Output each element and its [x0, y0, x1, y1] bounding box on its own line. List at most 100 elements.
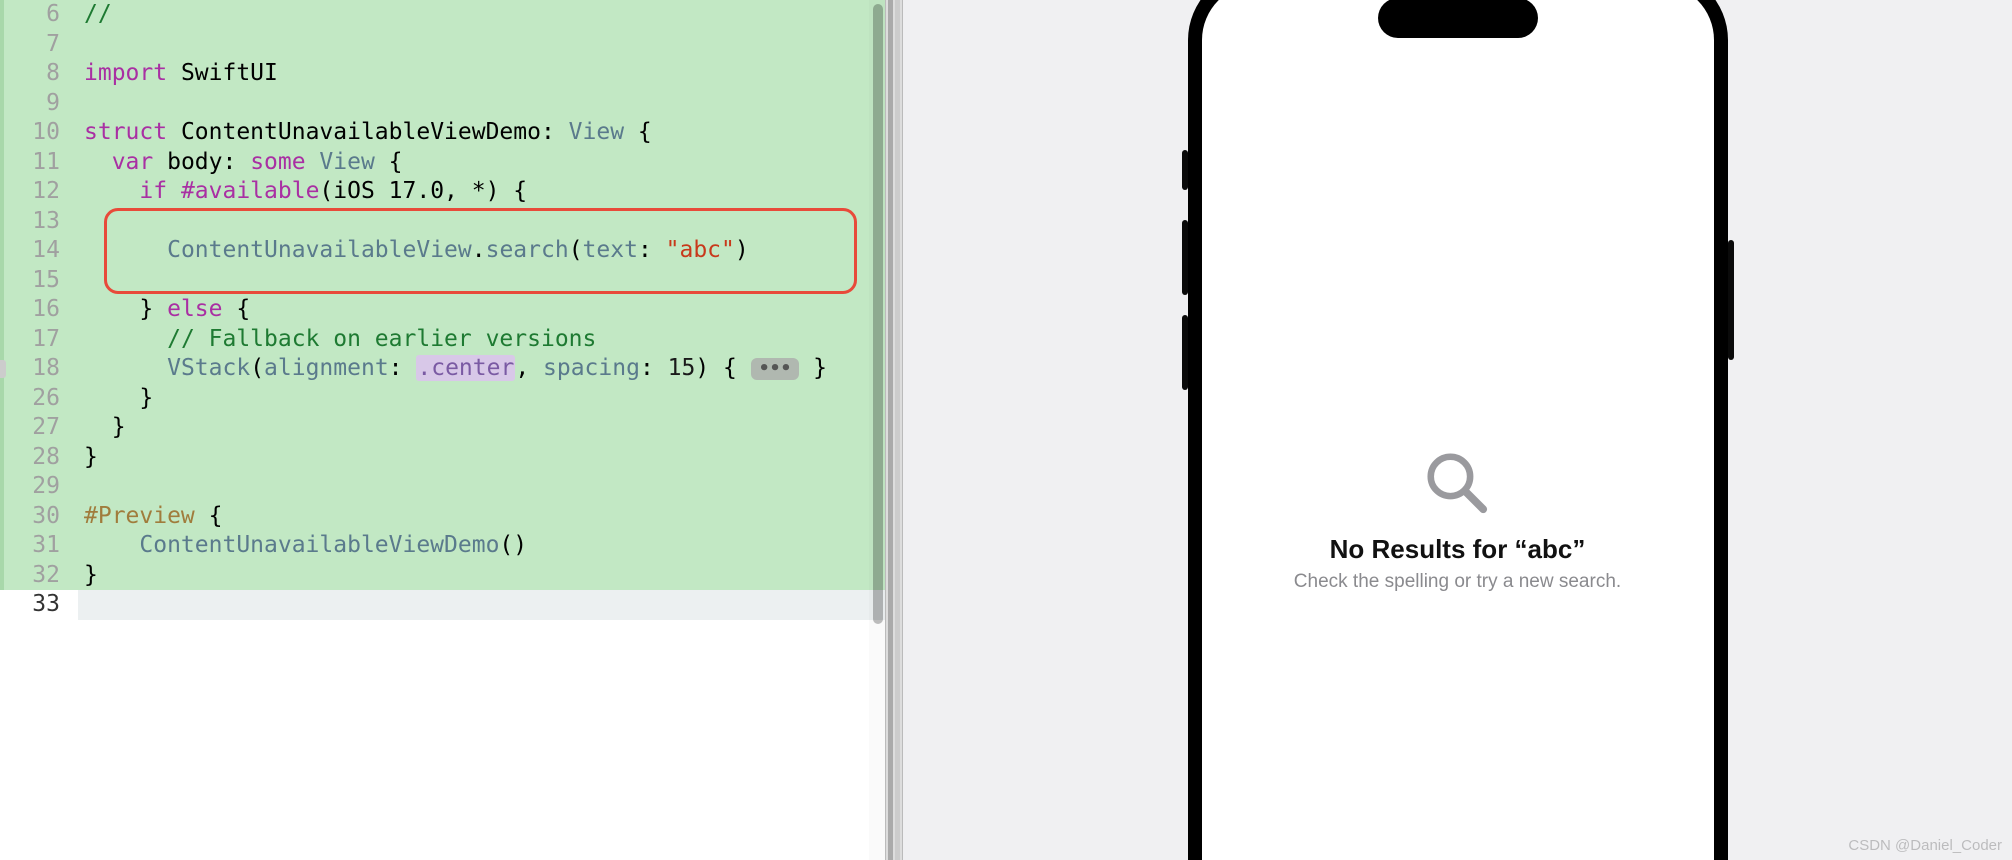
type-token: ContentUnavailableViewDemo	[139, 532, 499, 558]
code-line[interactable]: // Fallback on earlier versions	[78, 325, 885, 355]
code-line[interactable]: #Preview {	[78, 502, 885, 532]
code-line[interactable]: struct ContentUnavailableViewDemo: View …	[78, 118, 885, 148]
type-token: View	[306, 149, 375, 175]
text-token: {	[222, 296, 250, 322]
watermark-text: CSDN @Daniel_Coder	[1848, 837, 2002, 854]
code-line[interactable]: if #available(iOS 17.0, *) {	[78, 177, 885, 207]
line-number[interactable]: 27	[0, 413, 78, 443]
line-number[interactable]: 9	[0, 89, 78, 119]
text-token: )	[735, 237, 749, 263]
text-token: ContentUnavailableViewDemo:	[167, 119, 569, 145]
code-line[interactable]	[78, 207, 885, 237]
code-line[interactable]: ContentUnavailableView.search(text: "abc…	[78, 236, 885, 266]
text-token: :	[389, 355, 417, 381]
iphone-device-frame: No Results for “abc” Check the spelling …	[1188, 0, 1728, 860]
text-token: {	[375, 149, 403, 175]
text-token: :	[640, 355, 668, 381]
keyword-token: var	[112, 149, 154, 175]
line-number[interactable]: 7	[0, 30, 78, 60]
type-token: View	[569, 119, 624, 145]
line-number[interactable]: 18	[0, 354, 78, 384]
code-line[interactable]: import SwiftUI	[78, 59, 885, 89]
code-line[interactable]: }	[78, 413, 885, 443]
code-line[interactable]	[78, 472, 885, 502]
line-number[interactable]: 30	[0, 502, 78, 532]
number-token: 15	[668, 355, 696, 381]
code-line[interactable]: VStack(alignment: .center, spacing: 15) …	[78, 354, 885, 384]
keyword-token: struct	[84, 119, 167, 145]
code-editor-pane[interactable]: 6 7 8 9 10 11 12 13 14 15 16 17 18 26 27…	[0, 0, 885, 860]
code-line[interactable]	[78, 266, 885, 296]
arg-token: spacing	[543, 355, 640, 381]
text-token: }	[112, 414, 126, 440]
empty-state-title: No Results for “abc”	[1330, 534, 1586, 565]
line-number[interactable]: 28	[0, 443, 78, 473]
text-token: ()	[499, 532, 527, 558]
code-line[interactable]: }	[78, 561, 885, 591]
text-token: }	[84, 444, 98, 470]
vertical-scrollbar[interactable]	[869, 0, 885, 860]
code-line[interactable]: }	[78, 384, 885, 414]
function-token: search	[486, 237, 569, 263]
text-token: }	[139, 385, 153, 411]
type-token: ContentUnavailableView	[167, 237, 472, 263]
text-token: .	[472, 237, 486, 263]
line-number-gutter[interactable]: 6 7 8 9 10 11 12 13 14 15 16 17 18 26 27…	[0, 0, 78, 860]
phone-volume-up-button	[1182, 220, 1188, 295]
scrollbar-thumb[interactable]	[873, 4, 883, 624]
text-token: {	[624, 119, 652, 145]
line-number[interactable]: 16	[0, 295, 78, 325]
text-token: ) {	[695, 355, 737, 381]
phone-volume-down-button	[1182, 315, 1188, 390]
code-line[interactable]	[78, 30, 885, 60]
text-token: (iOS 17.0, *) {	[319, 178, 527, 204]
code-fold-badge[interactable]: •••	[751, 358, 800, 380]
comment-token: // Fallback on earlier versions	[167, 326, 596, 352]
pane-divider[interactable]	[885, 0, 903, 860]
macro-token: #Preview	[84, 503, 195, 529]
code-container: 6 7 8 9 10 11 12 13 14 15 16 17 18 26 27…	[0, 0, 885, 860]
line-number[interactable]: 8	[0, 59, 78, 89]
line-number[interactable]: 31	[0, 531, 78, 561]
line-number[interactable]: 29	[0, 472, 78, 502]
code-text-area[interactable]: // import SwiftUI struct ContentUnavaila…	[78, 0, 885, 860]
code-line[interactable]: ContentUnavailableViewDemo()	[78, 531, 885, 561]
phone-silence-switch	[1182, 150, 1188, 190]
text-token: }	[813, 355, 827, 381]
keyword-token: some	[250, 149, 305, 175]
phone-power-button	[1728, 240, 1734, 360]
line-number[interactable]: 6	[0, 0, 78, 30]
line-number[interactable]: 33	[0, 590, 68, 620]
text-token: }	[139, 296, 167, 322]
line-number[interactable]: 26	[0, 384, 78, 414]
arg-token: text	[583, 237, 638, 263]
line-number[interactable]: 12	[0, 177, 78, 207]
line-number[interactable]: 13	[0, 207, 78, 237]
code-line[interactable]: var body: some View {	[78, 148, 885, 178]
code-line[interactable]: } else {	[78, 295, 885, 325]
line-number[interactable]: 15	[0, 266, 78, 296]
text-token: (	[569, 237, 583, 263]
string-token: "abc"	[666, 237, 735, 263]
content-unavailable-view: No Results for “abc” Check the spelling …	[1294, 448, 1621, 593]
preview-canvas[interactable]: No Results for “abc” Check the spelling …	[903, 0, 2012, 860]
keyword-token: else	[167, 296, 222, 322]
fold-indicator-icon[interactable]: ›	[0, 360, 6, 378]
line-number[interactable]: 17	[0, 325, 78, 355]
text-token: {	[195, 503, 223, 529]
keyword-token: import	[84, 60, 167, 86]
type-token: VStack	[167, 355, 250, 381]
phone-screen[interactable]: No Results for “abc” Check the spelling …	[1202, 0, 1714, 860]
line-number[interactable]: 14	[0, 236, 78, 266]
text-token: (	[250, 355, 264, 381]
dynamic-island	[1378, 0, 1538, 38]
line-number[interactable]: 11	[0, 148, 78, 178]
text-token: body:	[153, 149, 250, 175]
code-line[interactable]: //	[78, 0, 885, 30]
magnifyingglass-icon	[1422, 448, 1492, 518]
line-number[interactable]: 32	[0, 561, 78, 591]
code-line[interactable]: }	[78, 443, 885, 473]
code-line[interactable]	[78, 590, 885, 620]
line-number[interactable]: 10	[0, 118, 78, 148]
code-line[interactable]	[78, 89, 885, 119]
